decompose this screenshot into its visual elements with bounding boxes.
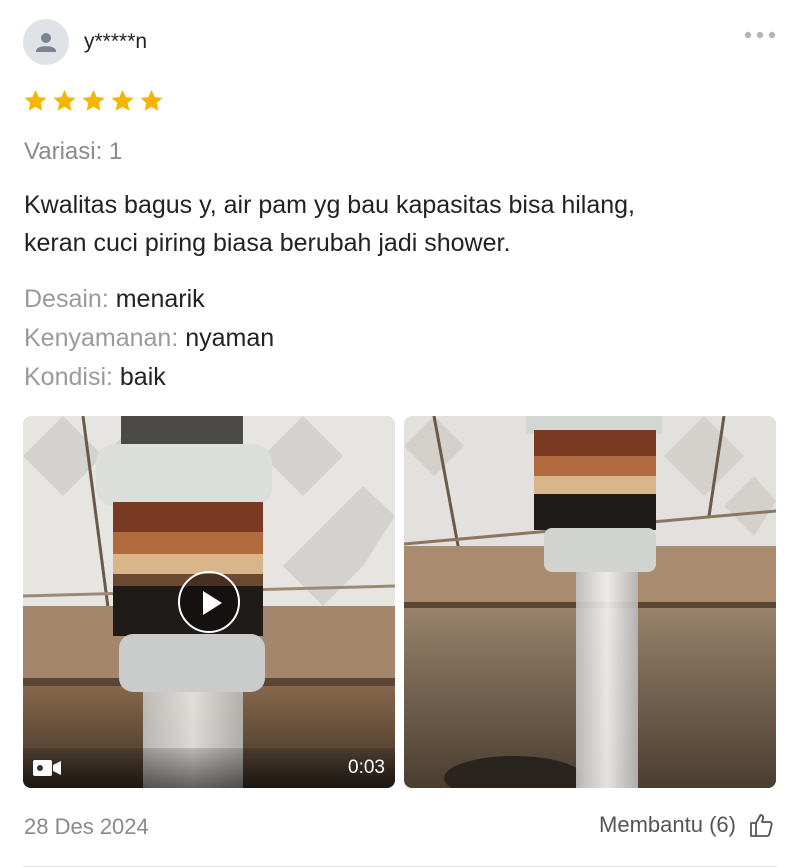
review-video-thumbnail[interactable]: 0:03 <box>23 416 395 788</box>
attribute-desain: Desain: menarik <box>24 280 274 319</box>
thumbs-up-icon <box>750 814 773 837</box>
star-icon <box>82 89 105 111</box>
attribute-label: Kenyamanan: <box>24 324 179 352</box>
attribute-value: baik <box>119 363 166 391</box>
video-duration: 0:03 <box>348 757 385 778</box>
review-photo-thumbnail[interactable] <box>404 416 776 788</box>
video-info-bar: 0:03 <box>23 748 395 788</box>
variation-label: Variasi: 1 <box>24 138 123 165</box>
review-date: 28 Des 2024 <box>24 814 149 839</box>
attribute-label: Kondisi: <box>24 363 113 391</box>
avatar[interactable] <box>23 19 69 65</box>
video-camera-icon <box>33 760 61 776</box>
attribute-kenyamanan: Kenyamanan: nyaman <box>24 319 274 358</box>
attribute-kondisi: Kondisi: baik <box>24 358 274 397</box>
reviewer-username[interactable]: y*****n <box>84 30 147 54</box>
star-icon <box>24 89 47 111</box>
star-icon <box>111 89 134 111</box>
more-dots-icon <box>744 31 776 39</box>
review-photo-image <box>404 416 776 788</box>
review-text-line: Kwalitas bagus y, air pam yg bau kapasit… <box>24 191 635 219</box>
helpful-button[interactable]: Membantu (6) <box>599 812 774 838</box>
divider <box>23 866 777 867</box>
review-text-line: keran cuci piring biasa berubah jadi sho… <box>24 229 511 257</box>
star-rating <box>22 88 167 116</box>
attribute-value: menarik <box>115 285 205 313</box>
star-icon <box>53 89 76 111</box>
attribute-value: nyaman <box>185 324 275 352</box>
play-button[interactable] <box>178 571 240 633</box>
helpful-label: Membantu (6) <box>599 812 736 837</box>
review-text: Kwalitas bagus y, air pam yg bau kapasit… <box>24 186 764 262</box>
play-icon <box>203 591 222 615</box>
person-icon <box>36 33 56 52</box>
star-icon <box>140 89 163 111</box>
attribute-label: Desain: <box>24 285 109 313</box>
review-attributes: Desain: menarik Kenyamanan: nyaman Kondi… <box>24 280 274 397</box>
more-options-button[interactable] <box>740 24 782 46</box>
